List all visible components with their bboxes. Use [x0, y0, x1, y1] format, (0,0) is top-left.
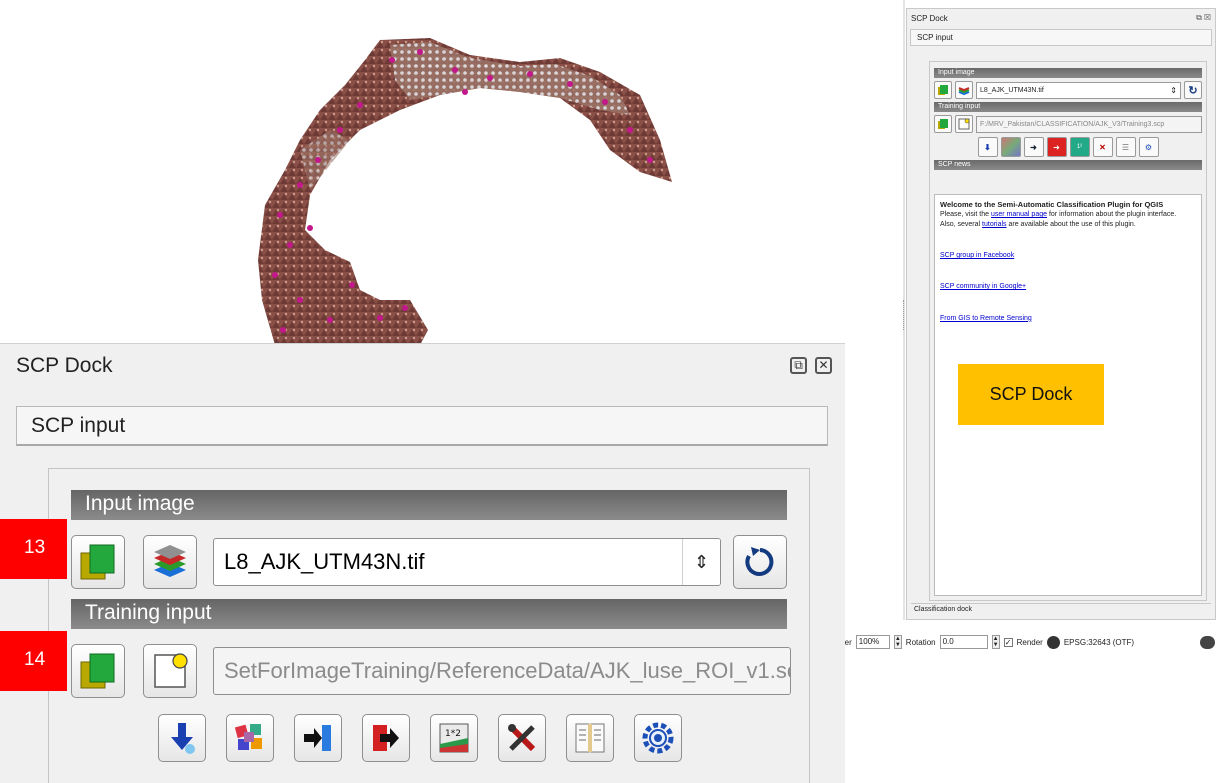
news-text: Also, several — [940, 220, 983, 228]
render-label: Render — [1016, 637, 1043, 647]
band-calc-icon[interactable]: 1*2 — [430, 714, 478, 762]
band-calc-icon[interactable]: 1² — [1069, 137, 1090, 157]
news-line-2: Also, several tutorials are available ab… — [940, 220, 1196, 229]
download-icon[interactable]: ⬇ — [977, 137, 998, 157]
training-input-header: Training input — [934, 102, 1202, 112]
dock-title: SCP Dock — [911, 13, 948, 23]
import-icon[interactable]: ➜ — [1023, 137, 1044, 157]
scp-input-panel: Input image L8_AJK_UTM43N.tif ⇕ ↻ Traini… — [929, 61, 1207, 601]
open-roi-icon[interactable] — [143, 644, 197, 698]
status-bar: gnifier 100% ▲▼ Rotation 0.0 ▲▼ ✓ Render… — [830, 632, 1221, 652]
news-text: for information about the plugin interfa… — [1047, 211, 1177, 219]
new-roi-file-icon[interactable] — [71, 644, 125, 698]
user-manual-link[interactable]: user manual page — [991, 211, 1047, 218]
updown-icon[interactable]: ⇕ — [682, 539, 720, 585]
dock-title: SCP Dock — [16, 354, 113, 377]
tab-scp-input[interactable]: SCP input — [910, 29, 1212, 46]
open-file-icon[interactable] — [71, 535, 125, 589]
rotation-input[interactable]: 0.0 — [939, 635, 988, 649]
tab-classification-dock[interactable]: Classification dock — [911, 603, 1211, 617]
training-input-field[interactable]: F:/MRV_Pakistan/CLASSIFICATION/AJK_V3/Tr… — [976, 115, 1202, 133]
tools-icon[interactable] — [498, 714, 546, 762]
training-input-field[interactable]: SetForImageTraining/ReferenceData/AJK_lu… — [213, 647, 791, 695]
render-checkbox[interactable]: ✓ — [1003, 637, 1013, 647]
dock-title-bar: SCP Dock ⧉ ☒ — [907, 9, 1215, 27]
scp-input-panel: Input image L8_AJK_UTM43N.tif ⇕ Training… — [48, 468, 810, 783]
preprocessing-icon[interactable] — [226, 714, 274, 762]
refresh-icon[interactable]: ↻ — [1184, 81, 1202, 99]
input-image-select[interactable]: L8_AJK_UTM43N.tif ⇕ — [213, 538, 721, 586]
preprocessing-icon[interactable] — [1000, 137, 1021, 157]
input-image-header: Input image — [934, 68, 1202, 78]
download-icon[interactable] — [158, 714, 206, 762]
input-image-select[interactable]: L8_AJK_UTM43N.tif ⇕ — [976, 81, 1181, 99]
rotation-spin[interactable]: ▲ ▼ — [991, 635, 1000, 649]
updown-icon[interactable]: ⇕ — [1170, 86, 1177, 95]
magnifier-spin[interactable]: ▲ ▼ — [893, 635, 902, 649]
tools-icon[interactable]: ✕ — [1092, 137, 1113, 157]
training-input-header: Training input — [71, 599, 787, 629]
scp-news-header: SCP news — [934, 160, 1202, 170]
annotation-label: SCP Dock — [958, 364, 1104, 425]
tab-scp-input[interactable]: SCP input — [16, 406, 828, 446]
user-manual-icon[interactable] — [566, 714, 614, 762]
tutorials-link[interactable]: tutorials — [982, 221, 1007, 228]
training-input-value: F:/MRV_Pakistan/CLASSIFICATION/AJK_V3/Tr… — [980, 120, 1165, 128]
scp-dock-zoomed: SCP Dock ⧉ ✕ SCP input Input image L8_AJ… — [0, 343, 845, 783]
float-icon[interactable]: ⧉ — [1196, 13, 1202, 23]
news-heading: Welcome to the Semi-Automatic Classifica… — [940, 200, 1164, 209]
settings-icon[interactable]: ⚙ — [1138, 137, 1159, 157]
raster-map-image — [258, 38, 672, 345]
input-image-value: L8_AJK_UTM43N.tif — [980, 86, 1044, 94]
rotation-label: Rotation — [905, 637, 936, 647]
map-canvas[interactable] — [0, 0, 905, 345]
scp-dock-small: SCP Dock ⧉ ☒ SCP input Input image L8_AJ… — [906, 8, 1216, 620]
float-icon[interactable]: ⧉ — [790, 357, 807, 374]
small-toolbar: ⬇ ➜ ➜ 1² ✕ ☰ ⚙ — [934, 137, 1202, 157]
magnifier-input[interactable]: 100% — [855, 635, 890, 649]
new-roi-file-icon[interactable] — [934, 115, 952, 133]
training-input-value: SetForImageTraining/ReferenceData/AJK_lu… — [224, 658, 791, 683]
input-image-header: Input image — [71, 490, 787, 520]
blog-link[interactable]: From GIS to Remote Sensing — [940, 314, 1196, 323]
messages-icon[interactable] — [1200, 635, 1215, 649]
map-dock-splitter[interactable] — [903, 0, 905, 620]
google-plus-link[interactable]: SCP community in Google+ — [940, 282, 1196, 291]
facebook-link[interactable]: SCP group in Facebook — [940, 251, 1196, 260]
crs-label[interactable]: EPSG:32643 (OTF) — [1064, 638, 1134, 647]
import-icon[interactable] — [294, 714, 342, 762]
refresh-icon[interactable] — [733, 535, 787, 589]
svg-text:1*2: 1*2 — [445, 729, 461, 739]
callout-13: 13 — [0, 519, 67, 579]
export-icon[interactable]: ➜ — [1046, 137, 1067, 157]
close-icon[interactable]: ☒ — [1204, 13, 1211, 23]
close-icon[interactable]: ✕ — [815, 357, 832, 374]
export-icon[interactable] — [362, 714, 410, 762]
crs-globe-icon[interactable] — [1046, 635, 1060, 649]
layers-icon[interactable] — [143, 535, 197, 589]
news-line-1: Please, visit the user manual page for i… — [940, 210, 1196, 219]
open-file-icon[interactable] — [934, 81, 952, 99]
settings-icon[interactable] — [634, 714, 682, 762]
callout-14: 14 — [0, 631, 67, 691]
news-text: are available about the use of this plug… — [1006, 220, 1136, 228]
user-manual-icon[interactable]: ☰ — [1115, 137, 1136, 157]
layers-icon[interactable] — [955, 81, 973, 99]
input-image-value: L8_AJK_UTM43N.tif — [224, 549, 425, 574]
open-roi-icon[interactable] — [955, 115, 973, 133]
news-text: Please, visit the — [940, 211, 991, 219]
